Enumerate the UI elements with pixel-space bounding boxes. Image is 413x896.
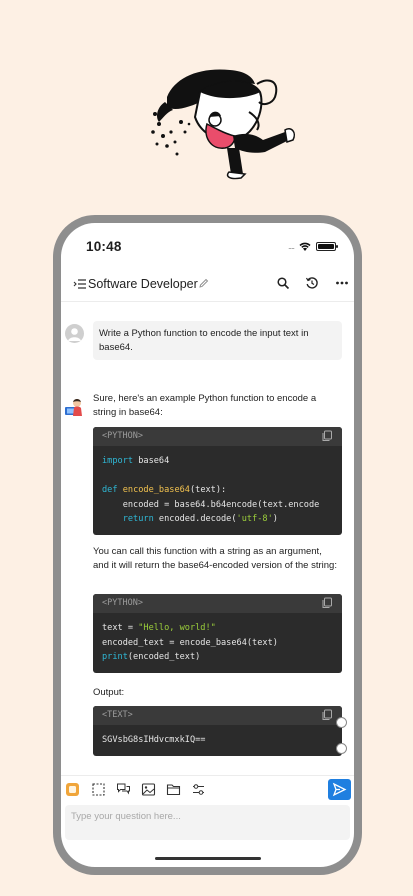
status-bar: 10:48 ....: [61, 223, 354, 269]
code-token: encode_base64: [122, 485, 190, 495]
code-block-1: <PYTHON> import base64 def encode_base64…: [93, 427, 342, 535]
phone-frame: 10:48 .... Software Developer Write a Py…: [53, 215, 362, 875]
input-toolbar: [61, 775, 354, 802]
status-time: 10:48: [86, 239, 122, 254]
chat-bubbles-icon[interactable]: [116, 782, 131, 797]
bot-output-label: Output:: [93, 687, 125, 698]
code-block-2: <PYTHON> text = "Hello, world!" encoded_…: [93, 594, 342, 673]
code-language-label: <TEXT>: [102, 710, 133, 720]
wifi-icon: [299, 242, 311, 251]
code-block-header: <PYTHON>: [93, 427, 342, 446]
code-language-label: <PYTHON>: [102, 598, 143, 608]
chat-area[interactable]: Write a Python function to encode the in…: [61, 303, 354, 773]
folder-icon[interactable]: [166, 782, 181, 797]
history-icon[interactable]: [305, 276, 319, 290]
app-header: Software Developer: [61, 269, 354, 302]
status-icons: ....: [287, 241, 338, 251]
bot-message-middle: You can call this function with a string…: [93, 546, 337, 571]
code-token: "Hello, world!": [138, 623, 216, 633]
home-indicator: [155, 857, 261, 860]
pencil-icon[interactable]: [198, 278, 209, 289]
question-input[interactable]: Type your question here...: [65, 805, 350, 840]
copy-icon[interactable]: [321, 597, 333, 609]
bot-avatar: [65, 399, 82, 416]
signal-dots: ....: [287, 241, 295, 251]
send-button[interactable]: [328, 779, 351, 800]
code-token: import: [102, 456, 134, 466]
selection-icon[interactable]: [91, 782, 106, 797]
copy-icon[interactable]: [321, 709, 333, 721]
more-icon[interactable]: [335, 276, 349, 290]
code-token: 'utf-8': [236, 514, 273, 524]
code-content: text = "Hello, world!" encoded_text = en…: [102, 623, 278, 662]
hero-illustration: [151, 69, 296, 180]
code-content: SGVsbG8sIHdvcmxkIQ==: [102, 735, 206, 745]
code-content: import base64 def encode_base64(text): e…: [102, 456, 320, 524]
page-title: Software Developer: [88, 277, 198, 291]
phone-screen: 10:48 .... Software Developer Write a Py…: [61, 223, 354, 867]
code-block-header: <TEXT>: [93, 706, 342, 725]
user-message: Write a Python function to encode the in…: [93, 321, 342, 360]
battery-icon: [316, 241, 338, 251]
menu-icon[interactable]: [73, 277, 87, 291]
code-token: def: [102, 485, 118, 495]
scroll-down-control[interactable]: [336, 743, 347, 754]
code-block-header: <PYTHON>: [93, 594, 342, 613]
code-token: print: [102, 652, 128, 662]
search-icon[interactable]: [276, 276, 290, 290]
code-token: return: [122, 514, 154, 524]
image-icon[interactable]: [141, 782, 156, 797]
plugin-icon[interactable]: [65, 782, 80, 797]
send-icon: [332, 782, 347, 797]
bot-message-intro: Sure, here's an example Python function …: [93, 393, 317, 418]
code-language-label: <PYTHON>: [102, 431, 143, 441]
copy-icon[interactable]: [321, 430, 333, 442]
settings-sliders-icon[interactable]: [191, 782, 206, 797]
code-block-3: <TEXT> SGVsbG8sIHdvcmxkIQ==: [93, 706, 342, 756]
scroll-up-control[interactable]: [336, 717, 347, 728]
user-avatar: [65, 324, 84, 343]
